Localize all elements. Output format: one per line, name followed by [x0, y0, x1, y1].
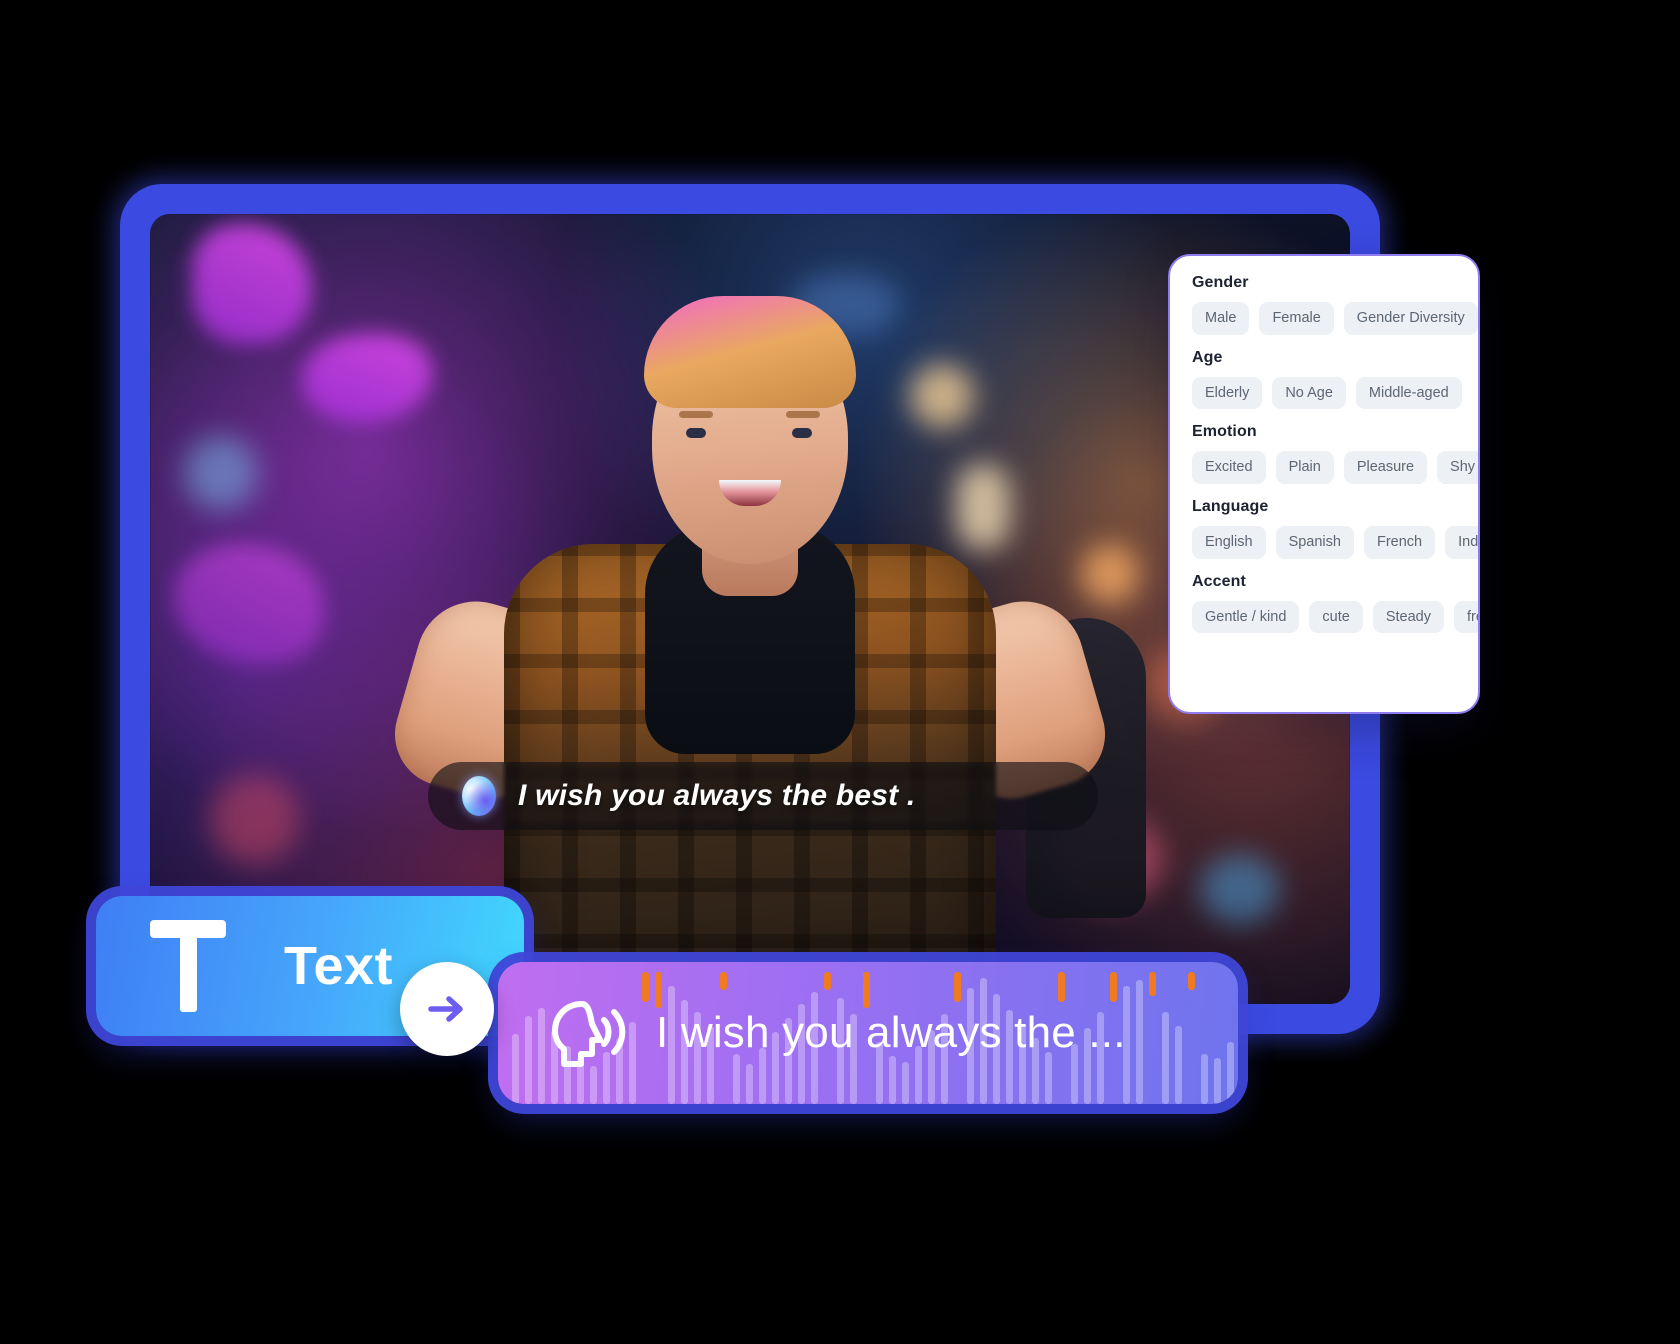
chip-row-language: English Spanish French Indo [1192, 526, 1478, 559]
chip-accent-steady[interactable]: Steady [1372, 600, 1444, 634]
chip-age-middle-aged[interactable]: Middle-aged [1355, 376, 1462, 410]
attribute-group-gender: Gender Male Female Gender Diversity [1192, 274, 1478, 335]
chip-row-emotion: Excited Plain Pleasure Shy [1192, 451, 1478, 485]
chip-emotion-shy[interactable]: Shy [1437, 451, 1478, 485]
left-eye-shape [686, 428, 706, 438]
chip-accent-gentle-kind[interactable]: Gentle / kind [1192, 600, 1300, 634]
right-eye-shape [792, 428, 812, 438]
group-title-accent: Accent [1192, 572, 1246, 590]
caption-text: I wish you always the best . [518, 779, 916, 812]
bokeh-8 [1200, 854, 1280, 924]
screenshot-stage: I wish you always the best . Gender Male… [0, 0, 1680, 1344]
chip-accent-cute[interactable]: cute [1309, 600, 1363, 634]
group-title-language: Language [1192, 498, 1269, 516]
voice-attributes-panel: Gender Male Female Gender Diversity Age … [1168, 254, 1480, 714]
chip-emotion-excited[interactable]: Excited [1192, 451, 1266, 485]
chip-row-gender: Male Female Gender Diversity [1192, 302, 1478, 335]
attribute-group-emotion: Emotion Excited Plain Pleasure Shy [1192, 423, 1478, 485]
chip-gender-male[interactable]: Male [1192, 302, 1250, 335]
voice-bar-text: I wish you always the ... [656, 1008, 1126, 1057]
gradient-orb-icon [462, 776, 496, 816]
group-title-emotion: Emotion [1192, 423, 1257, 441]
arrow-right-icon [428, 996, 463, 1022]
arrow-right-button[interactable] [400, 962, 494, 1056]
chip-age-no-age[interactable]: No Age [1272, 376, 1346, 410]
chip-age-elderly[interactable]: Elderly [1192, 376, 1263, 410]
left-eyebrow-shape [679, 411, 713, 418]
attribute-group-accent: Accent Gentle / kind cute Steady fre [1192, 573, 1478, 634]
chip-language-french[interactable]: French [1363, 526, 1436, 559]
caption-overlay[interactable]: I wish you always the best . [428, 762, 1098, 830]
chip-row-accent: Gentle / kind cute Steady fre [1192, 600, 1478, 634]
hair-shape [644, 296, 856, 408]
chip-language-spanish[interactable]: Spanish [1275, 526, 1354, 559]
chip-emotion-plain[interactable]: Plain [1275, 451, 1334, 485]
voice-bar-content: I wish you always the ... [498, 962, 1238, 1104]
group-title-gender: Gender [1192, 274, 1249, 291]
attribute-group-language: Language English Spanish French Indo [1192, 498, 1478, 559]
text-button-label: Text [284, 936, 394, 996]
chip-gender-female[interactable]: Female [1259, 302, 1334, 335]
group-title-age: Age [1192, 348, 1223, 366]
text-t-icon [150, 920, 226, 1012]
voice-waveform-bar[interactable]: I wish you always the ... [498, 962, 1238, 1104]
bokeh-1 [184, 436, 258, 510]
speaking-head-icon [552, 1001, 626, 1067]
chip-gender-diversity[interactable]: Gender Diversity [1343, 302, 1478, 335]
chip-language-indo[interactable]: Indo [1445, 526, 1478, 559]
chip-language-english[interactable]: English [1192, 526, 1266, 559]
bokeh-6 [210, 774, 300, 864]
attribute-group-age: Age Elderly No Age Middle-aged [1192, 349, 1478, 410]
chip-row-age: Elderly No Age Middle-aged [1192, 376, 1478, 410]
right-eyebrow-shape [786, 411, 820, 418]
chip-emotion-pleasure[interactable]: Pleasure [1343, 451, 1428, 485]
chip-accent-fre[interactable]: fre [1454, 600, 1478, 634]
